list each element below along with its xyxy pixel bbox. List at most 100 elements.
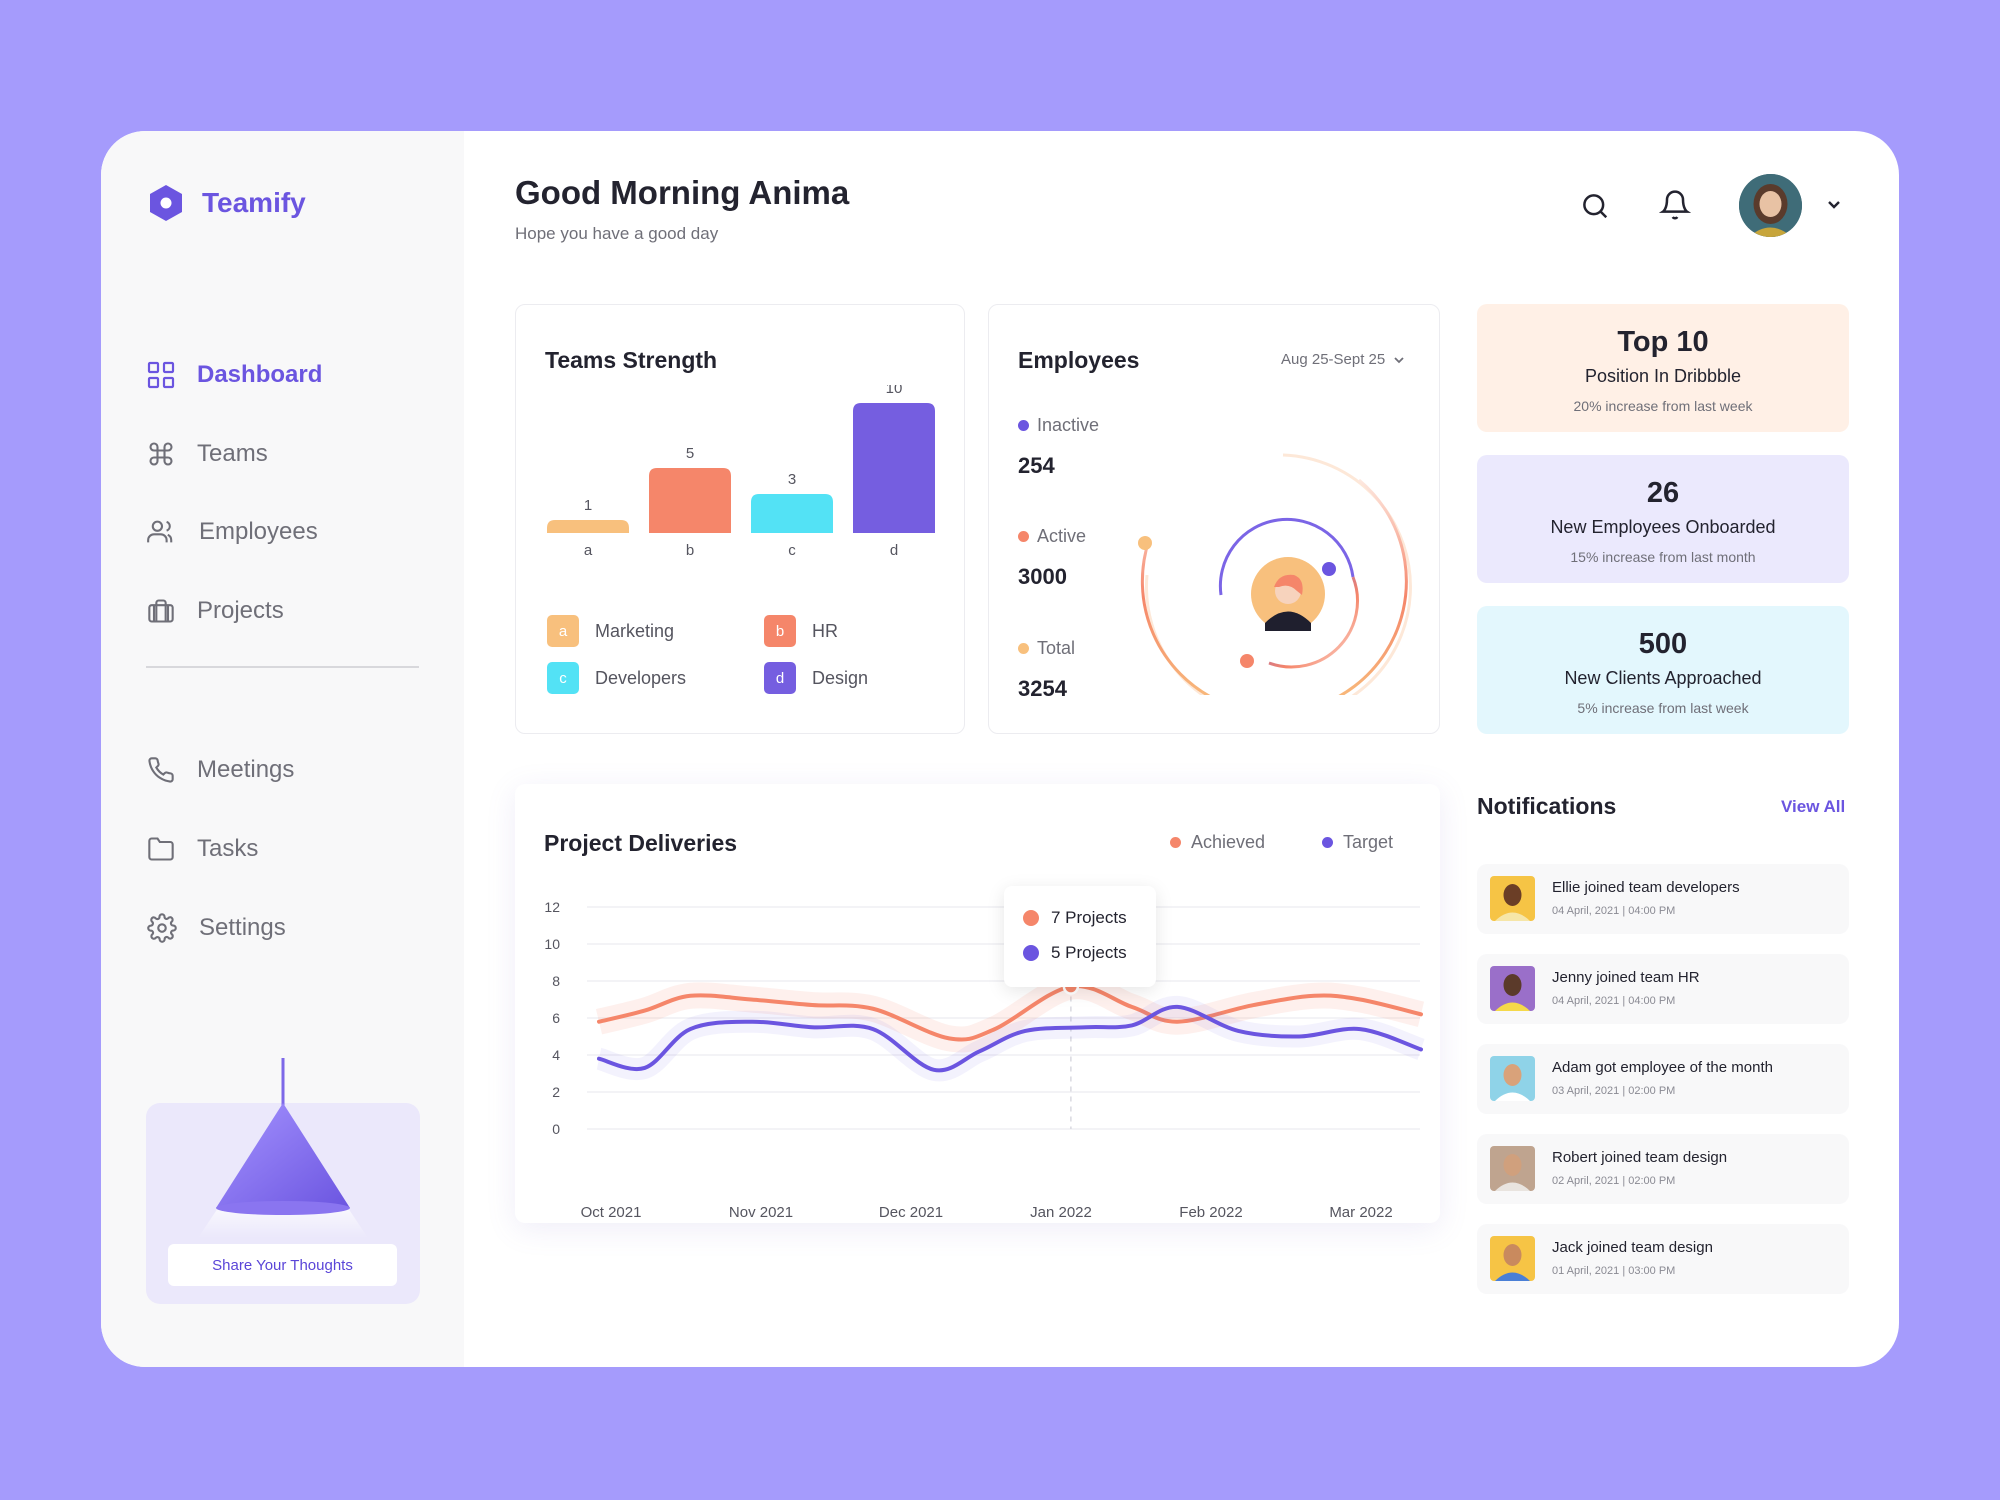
stat-subtitle: 5% increase from last week [1577,700,1749,716]
x-tick-label: Dec 2021 [879,1204,943,1221]
notification-text: Jack joined team design [1552,1239,1713,1256]
user-avatar[interactable] [1739,174,1802,237]
notification-text: Jenny joined team HR [1552,969,1700,986]
stat-subtitle: 15% increase from last month [1570,549,1756,565]
notification-avatar [1490,876,1535,921]
tooltip-target-text: 5 Projects [1051,943,1127,962]
tooltip-achieved-text: 7 Projects [1051,908,1127,927]
bar-value-label: 5 [686,445,694,462]
inactive-dot [1018,420,1029,431]
active-ring-dot [1240,654,1254,668]
notification-text: Robert joined team design [1552,1149,1728,1166]
view-all-link[interactable]: View All [1781,797,1845,817]
y-tick-label: 12 [544,899,560,915]
stat-value: 26 [1646,477,1680,509]
folder-icon [148,837,174,861]
sidebar-item-label: Meetings [197,756,295,783]
active-dot [1018,531,1029,542]
chart-tooltip: 7 Projects 5 Projects [1004,886,1156,987]
bar-c [751,494,833,533]
notification-item[interactable]: Jack joined team design 01 April, 2021 |… [1477,1224,1849,1294]
inactive-ring-dot [1322,562,1336,576]
tooltip-dot [1023,945,1039,961]
sidebar-item-label: Settings [199,914,286,941]
stat-title: Position In Dribbble [1584,366,1742,386]
inactive-label-text: Inactive [1037,415,1100,435]
total-label: Total [1018,638,1075,659]
notification-avatar [1490,1146,1535,1191]
deliveries-line-chart: 0 2 4 6 8 10 12 Oct 2021 Nov 2021 Dec 2021 Jan 202… [544,899,1425,1221]
teams-strength-card: Teams Strength 1 a 5 b 3 c 10 d a Marketing b H… [515,304,965,734]
tooltip-achieved: 7 Projects [1023,908,1127,928]
person-avatar-image [1490,1056,1535,1101]
legend-swatch: b [764,615,796,647]
notification-item[interactable]: Jenny joined team HR 04 April, 2021 | 04… [1477,954,1849,1024]
legend-label: Developers [595,667,687,688]
legend-label: Design [812,667,869,688]
bar-a [547,520,629,533]
sidebar-item-meetings[interactable]: Meetings [147,748,407,792]
employees-radial-chart [1138,453,1412,695]
legend-item-hr: b HR [764,615,838,647]
stat-value: Top 10 [1617,326,1709,358]
brand-logo[interactable]: Teamify [148,184,306,222]
feedback-promo: Share Your Thoughts [146,1058,420,1304]
legend-swatch: a [547,615,579,647]
gear-icon [147,913,177,943]
bar-category-label: d [890,542,898,559]
sidebar-item-employees[interactable]: Employees [147,510,407,554]
stat-title: New Clients Approached [1564,668,1762,688]
legend-item-developers: c Developers [547,662,686,694]
total-ring-dot [1138,536,1152,550]
sidebar-item-settings[interactable]: Settings [147,906,407,950]
legend-item-marketing: a Marketing [547,615,674,647]
active-label: Active [1018,526,1086,547]
stat-subtitle: 20% increase from last week [1573,398,1753,414]
y-tick-label: 4 [552,1047,560,1063]
employees-card: Employees Aug 25-Sept 25 Inactive 254 Ac… [988,304,1440,734]
total-label-text: Total [1037,638,1076,658]
notification-item[interactable]: Ellie joined team developers 04 April, 2… [1477,864,1849,934]
notification-time: 03 April, 2021 | 02:00 PM [1552,1085,1676,1097]
notification-time: 01 April, 2021 | 03:00 PM [1552,1265,1676,1277]
bar-value-label: 3 [788,471,796,488]
notification-time: 02 April, 2021 | 02:00 PM [1552,1175,1676,1187]
y-tick-label: 8 [552,973,560,989]
sidebar-item-tasks[interactable]: Tasks [147,827,407,871]
notification-time: 04 April, 2021 | 04:00 PM [1552,995,1676,1007]
notification-item[interactable]: Robert joined team design 02 April, 2021… [1477,1134,1849,1204]
person-avatar-image [1490,876,1535,921]
users-icon [147,520,173,543]
bar-value-label: 10 [886,385,903,397]
share-thoughts-button[interactable]: Share Your Thoughts [168,1244,397,1286]
stat-title: New Employees Onboarded [1550,517,1776,537]
bar-category-label: c [788,542,796,559]
sidebar-item-teams[interactable]: Teams [147,432,407,476]
search-icon[interactable] [1580,191,1610,221]
notification-item[interactable]: Adam got employee of the month 03 April,… [1477,1044,1849,1114]
sidebar-item-label: Employees [199,518,318,545]
user-avatar-image [1739,174,1802,237]
sidebar-item-dashboard[interactable]: Dashboard [147,353,407,397]
card-title: Employees [1018,347,1140,373]
x-tick-label: Nov 2021 [729,1204,793,1221]
person-avatar-image [1490,966,1535,1011]
total-dot [1018,643,1029,654]
sidebar-item-projects[interactable]: Projects [147,589,407,633]
notification-time: 04 April, 2021 | 04:00 PM [1552,905,1676,917]
sidebar: Teamify Dashboard Teams Employees Projec… [101,131,464,1367]
sidebar-item-label: Teams [197,440,268,467]
hexagon-logo-icon [150,185,182,221]
lamp-illustration [198,1058,368,1238]
x-tick-label: Mar 2022 [1329,1204,1392,1221]
command-icon [149,442,173,466]
stat-value: 500 [1638,628,1688,660]
notification-avatar [1490,1056,1535,1101]
person-avatar-image [1490,1236,1535,1281]
x-tick-label: Oct 2021 [581,1204,642,1221]
legend-item-design: d Design [764,662,868,694]
bell-icon[interactable] [1659,189,1691,221]
card-title: Teams Strength [545,347,718,373]
date-range-select[interactable]: Aug 25-Sept 25 [1281,351,1405,368]
chevron-down-icon[interactable] [1826,197,1842,213]
